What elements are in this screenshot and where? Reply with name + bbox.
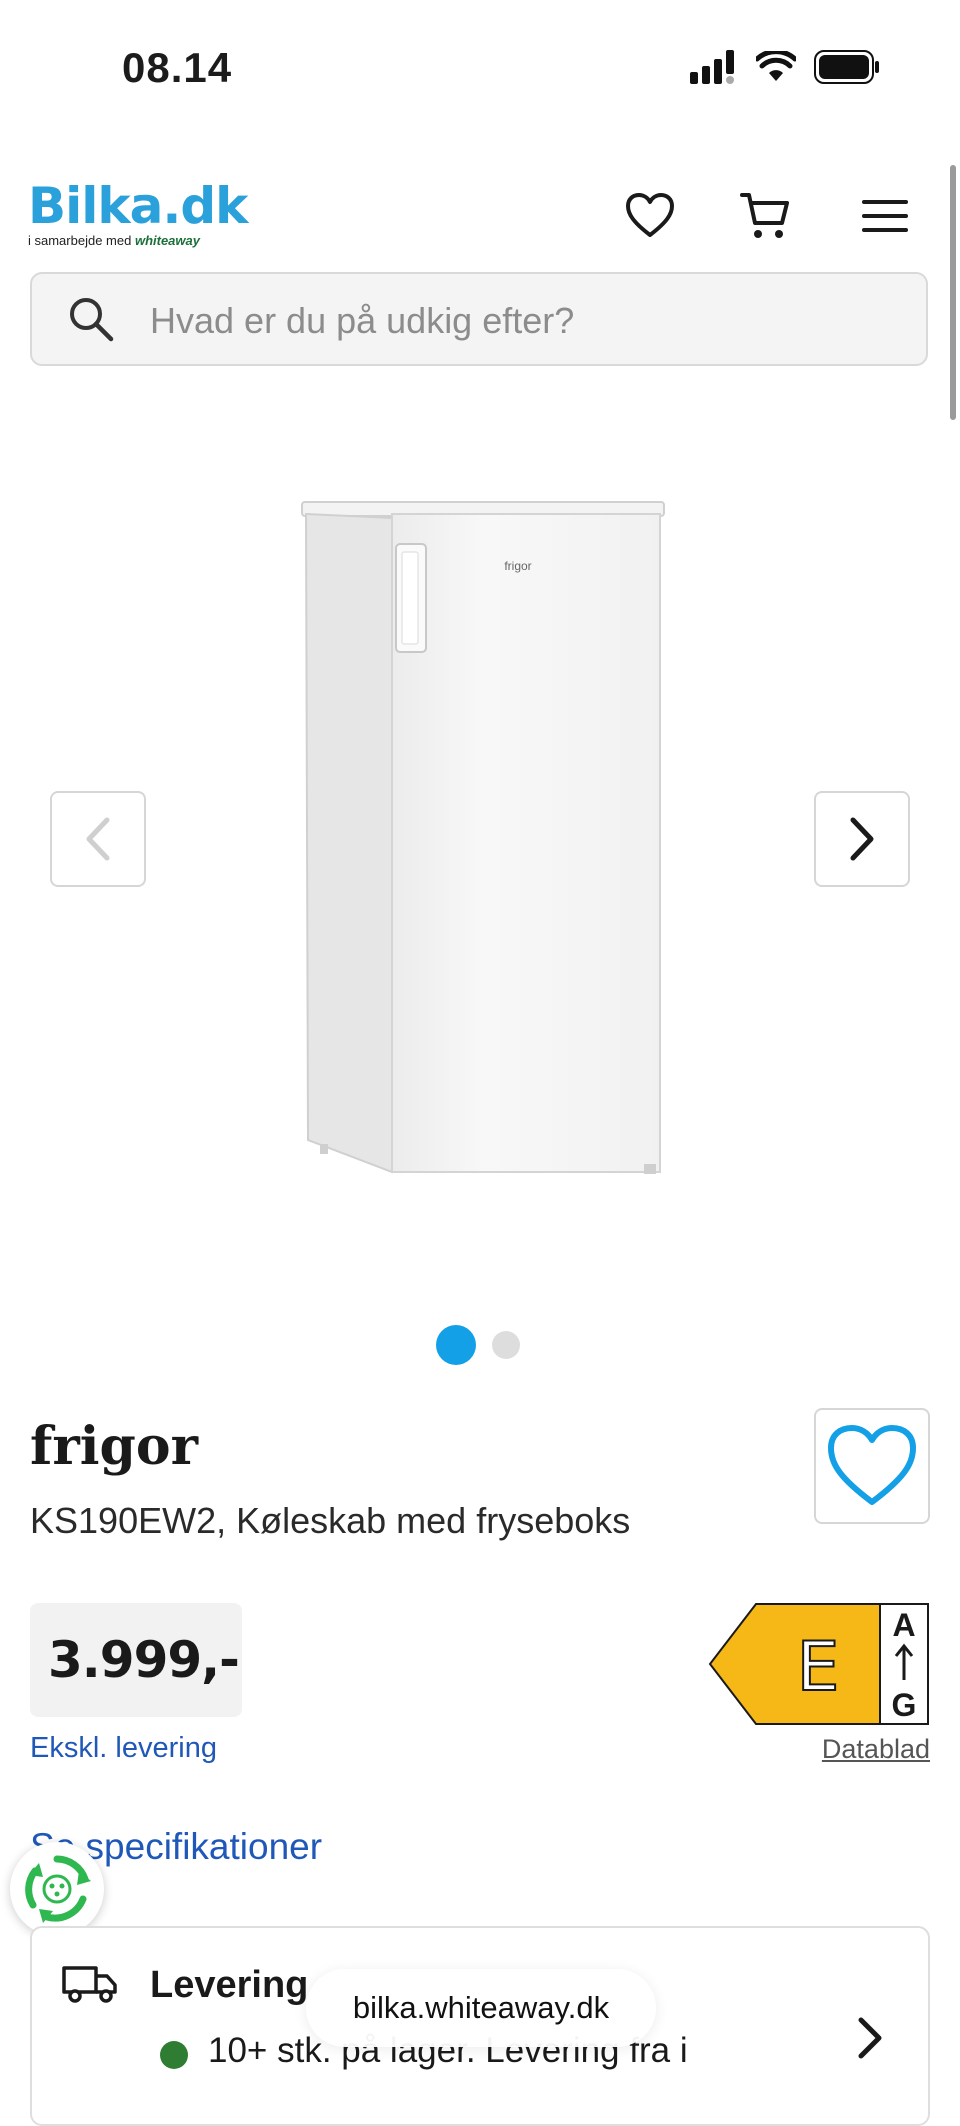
search-icon	[70, 298, 114, 342]
logo-partner: whiteaway	[134, 233, 200, 248]
fridge-brand-mark: frigor	[504, 559, 531, 573]
logo-subtext: i samarbejde med whiteaway	[28, 233, 200, 248]
add-to-favorites-button[interactable]	[814, 1408, 930, 1524]
wifi-icon	[756, 51, 796, 81]
search-bar[interactable]	[30, 272, 928, 366]
price-box: 3.999,-	[30, 1603, 242, 1717]
chevron-left-icon	[86, 817, 110, 861]
heart-icon	[828, 1425, 916, 1505]
battery-icon	[814, 50, 879, 84]
menu-button[interactable]	[855, 186, 915, 246]
bilka-logo[interactable]: Bilka.dk i samarbejde med whiteaway	[28, 177, 248, 248]
datasheet-link[interactable]: Datablad	[822, 1734, 930, 1765]
chevron-right-icon	[858, 2017, 882, 2059]
search-input[interactable]	[148, 292, 892, 350]
sustainability-badge[interactable]	[10, 1842, 104, 1936]
browser-url: bilka.whiteaway.dk	[352, 1990, 610, 2025]
energy-scale-bottom: G	[892, 1687, 917, 1723]
gallery-next-button[interactable]	[814, 791, 910, 887]
cart-icon	[740, 193, 789, 238]
energy-label[interactable]: E A G	[708, 1602, 930, 1726]
cart-button[interactable]	[735, 186, 795, 246]
truck-icon	[62, 1966, 117, 2003]
gallery-dot-1[interactable]	[436, 1325, 476, 1365]
energy-scale-top: A	[892, 1607, 915, 1643]
signal-icon	[690, 50, 734, 84]
page-scrollbar[interactable]	[950, 165, 956, 420]
delivery-title: Levering	[150, 1964, 309, 2006]
logo-text: Bilka.dk	[28, 177, 248, 235]
product-gallery: frigor	[0, 420, 960, 1365]
site-header: Bilka.dk i samarbejde med whiteaway	[0, 160, 960, 270]
product-price: 3.999,-	[48, 1631, 240, 1689]
status-bar: 08.14	[0, 0, 960, 140]
product-brand[interactable]: frigor	[30, 1416, 198, 1477]
menu-icon	[862, 200, 908, 232]
favorites-button[interactable]	[620, 186, 680, 246]
gallery-pagination	[436, 1325, 520, 1365]
product-image[interactable]: frigor	[300, 500, 666, 1180]
heart-icon	[626, 193, 674, 237]
stock-status-indicator	[160, 2041, 188, 2069]
status-time: 08.14	[122, 44, 233, 91]
product-name: KS190EW2, Køleskab med fryseboks	[30, 1500, 631, 1541]
chevron-right-icon	[850, 817, 874, 861]
gallery-prev-button[interactable]	[50, 791, 146, 887]
recycle-icon	[25, 1855, 91, 1923]
browser-url-bar[interactable]: bilka.whiteaway.dk	[306, 1969, 656, 2047]
status-icons	[690, 50, 880, 84]
delivery-note: Ekskl. levering	[30, 1732, 217, 1764]
gallery-dot-2[interactable]	[492, 1331, 520, 1359]
energy-class: E	[797, 1628, 840, 1707]
